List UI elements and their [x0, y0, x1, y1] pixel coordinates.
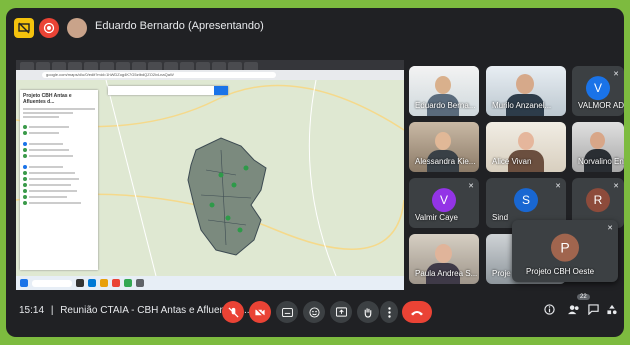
hand-icon — [364, 307, 372, 318]
meeting-info: 15:14 | Reunião CTAIA - CBH Antas e Aflu… — [19, 305, 250, 316]
mic-muted-icon: ✕ — [468, 183, 474, 190]
url-text: google.com/maps/d/u/0/edit?mid=1hWDZog4K… — [42, 72, 276, 78]
participant-avatar: S — [514, 188, 538, 213]
self-name: Projeto CBH Oeste — [526, 267, 595, 276]
participant-count-badge: 22 — [577, 294, 590, 300]
participant-name: Proje — [492, 269, 511, 278]
self-avatar: P — [551, 233, 579, 262]
present-button[interactable] — [330, 301, 352, 323]
participant-avatar: R — [586, 188, 610, 213]
participant-tile[interactable]: V ✕ Valmir Caye — [409, 178, 479, 228]
participant-name: Norvalino Engel — [578, 157, 624, 166]
floating-self-tile[interactable]: P ✕ Projeto CBH Oeste — [512, 220, 618, 282]
captions-button[interactable] — [276, 301, 298, 323]
stop-presenting-icon[interactable] — [14, 18, 34, 38]
presenter-title: Eduardo Bernardo (Apresentando) — [95, 20, 264, 32]
more-options-button[interactable] — [380, 301, 398, 323]
participant-name: Paula Andrea S... — [415, 269, 478, 278]
reactions-button[interactable] — [303, 301, 325, 323]
participant-name: Valmir Caye — [415, 213, 458, 222]
participant-name: VALMOR ADÃ... — [578, 101, 624, 110]
more-vert-icon — [387, 306, 391, 318]
participant-tile[interactable]: Alice Vivan — [486, 122, 566, 172]
mic-muted-icon: ✕ — [613, 71, 619, 78]
map-view: Projeto CBH Antas e Afluentes d... — [16, 80, 404, 276]
participant-tile[interactable]: V ✕ VALMOR ADÃ... — [572, 66, 624, 116]
meeting-details-icon[interactable] — [544, 304, 555, 318]
camera-off-icon — [254, 306, 266, 318]
participant-name: Murilo Anzanel... — [492, 101, 552, 110]
mic-off-button[interactable] — [222, 301, 244, 323]
map-layers-panel: Projeto CBH Antas e Afluentes d... — [20, 90, 98, 270]
participant-name: Sind — [492, 213, 509, 222]
map-search-box[interactable] — [108, 86, 228, 95]
people-icon[interactable] — [567, 304, 581, 318]
mic-off-icon — [227, 306, 239, 318]
browser-address-bar: google.com/maps/d/u/0/edit?mid=1hWDZog4K… — [16, 70, 404, 80]
presenter-avatar — [67, 18, 87, 38]
map-search-icon[interactable] — [214, 86, 228, 95]
separator: | — [50, 305, 54, 316]
top-bar: Eduardo Bernardo (Apresentando) — [6, 8, 624, 48]
mic-muted-icon: ✕ — [613, 183, 619, 190]
participant-avatar: V — [432, 188, 456, 213]
camera-off-button[interactable] — [249, 301, 271, 323]
emoji-icon — [308, 306, 320, 318]
mic-muted-icon: ✕ — [607, 225, 613, 232]
participant-avatar: V — [586, 76, 610, 101]
browser-tabs — [16, 60, 404, 70]
map-panel-title: Projeto CBH Antas e Afluentes d... — [23, 93, 72, 105]
mic-muted-icon: ✕ — [555, 183, 561, 190]
shared-screen: google.com/maps/d/u/0/edit?mid=1hWDZog4K… — [16, 60, 404, 290]
meet-window: Eduardo Bernardo (Apresentando) google.c… — [6, 8, 624, 337]
participant-name: Eduardo Berna... — [415, 101, 476, 110]
participant-tile[interactable]: Eduardo Berna... — [409, 66, 479, 116]
phone-hangup-icon — [411, 310, 423, 315]
chat-icon[interactable] — [588, 304, 599, 318]
clock-time: 15:14 — [19, 305, 45, 316]
activities-icon[interactable] — [606, 304, 618, 318]
captions-icon — [281, 307, 293, 317]
participant-tile[interactable]: Murilo Anzanel... — [486, 66, 566, 116]
participant-tile[interactable]: Alessandra Kie... — [409, 122, 479, 172]
record-icon[interactable] — [39, 18, 59, 38]
participant-tile[interactable]: Norvalino Engel — [572, 122, 624, 172]
participant-tile[interactable]: Paula Andrea S... — [409, 234, 479, 284]
raise-hand-button[interactable] — [357, 301, 379, 323]
bottom-bar: 15:14 | Reunião CTAIA - CBH Antas e Aflu… — [6, 288, 624, 337]
participant-name: Alessandra Kie... — [415, 157, 476, 166]
participant-name: Alice Vivan — [492, 157, 532, 166]
present-icon — [335, 307, 347, 317]
end-call-button[interactable] — [402, 301, 432, 323]
